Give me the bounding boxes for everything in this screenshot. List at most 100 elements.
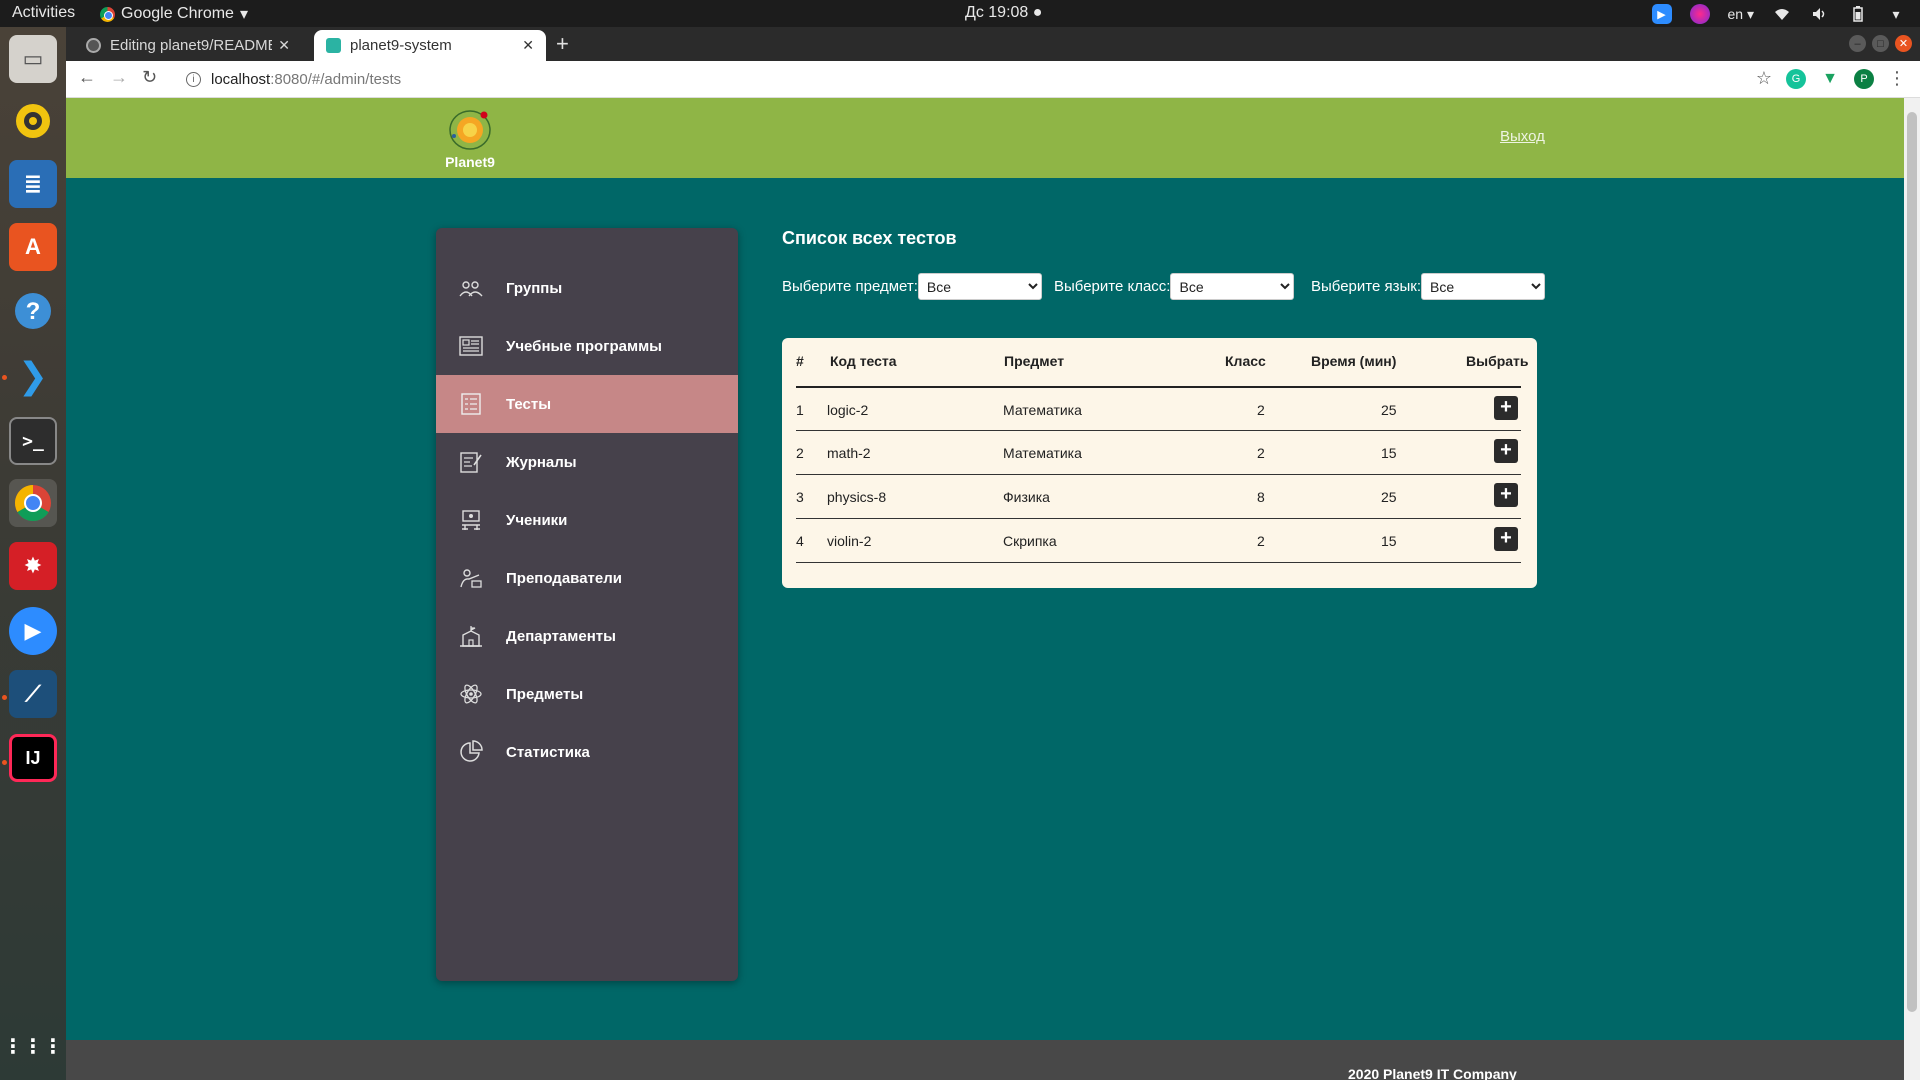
- back-icon[interactable]: ←: [78, 67, 96, 88]
- chrome-dock-icon[interactable]: [9, 479, 57, 527]
- subject-filter: Выберите предмет: Все: [782, 273, 1042, 300]
- column-header-subject: Предмет: [1004, 353, 1065, 369]
- app-menu[interactable]: Google Chrome ▾: [100, 4, 248, 24]
- test-subject: Математика: [1003, 402, 1082, 418]
- zoom-dock-icon[interactable]: ▶: [9, 607, 57, 655]
- show-apps-icon[interactable]: ⋮⋮⋮: [3, 1022, 63, 1070]
- departments-icon: [458, 623, 484, 649]
- sidebar-item-label: Ученики: [506, 511, 568, 529]
- logout-link[interactable]: Выход: [1500, 128, 1545, 145]
- maximize-icon[interactable]: □: [1872, 35, 1889, 52]
- chrome-menu-icon[interactable]: ⋮: [1888, 68, 1906, 89]
- sidebar-item-label: Журналы: [506, 453, 577, 471]
- sidebar-item-label: Статистика: [506, 743, 590, 761]
- sidebar-item-departments[interactable]: Департаменты: [436, 607, 738, 665]
- new-tab-icon[interactable]: +: [556, 31, 569, 57]
- test-grade: 2: [1257, 402, 1265, 418]
- intellij-icon[interactable]: IJ: [9, 734, 57, 782]
- sidebar-item-teachers[interactable]: Преподаватели: [436, 549, 738, 607]
- sidebar-item-students[interactable]: Ученики: [436, 491, 738, 549]
- subjects-icon: [458, 681, 484, 707]
- minimize-icon[interactable]: –: [1849, 35, 1866, 52]
- sidebar-item-journals[interactable]: Журналы: [436, 433, 738, 491]
- tab-planet9-system[interactable]: planet9-system ✕: [314, 30, 546, 61]
- journals-icon: [458, 449, 484, 475]
- close-tab-icon[interactable]: ✕: [522, 37, 534, 54]
- test-grade: 8: [1257, 489, 1265, 505]
- close-window-icon[interactable]: ✕: [1895, 35, 1912, 52]
- vue-devtools-icon[interactable]: ▼: [1820, 68, 1840, 89]
- main-content: Список всех тестов Выберите предмет: Все…: [782, 228, 1545, 588]
- test-time: 15: [1381, 445, 1397, 461]
- wolfram-icon[interactable]: ✸: [9, 542, 57, 590]
- firefox-tray-icon[interactable]: [1689, 4, 1710, 24]
- test-grade: 2: [1257, 445, 1265, 461]
- bookmark-star-icon[interactable]: ☆: [1756, 68, 1772, 89]
- language-filter: Выберите язык: Все: [1311, 273, 1545, 300]
- system-menu-caret-icon[interactable]: ▾: [1886, 4, 1906, 24]
- site-info-icon[interactable]: i: [186, 71, 201, 87]
- clock[interactable]: Дс 19:08 ●: [965, 4, 1042, 22]
- column-header-code: Код теста: [830, 353, 897, 369]
- scrollbar-thumb[interactable]: [1907, 112, 1917, 1012]
- sidebar-item-label: Департаменты: [506, 627, 616, 645]
- table-row: 1 logic-2 Математика 2 25 +: [796, 386, 1521, 430]
- sidebar-item-subjects[interactable]: Предметы: [436, 665, 738, 723]
- zoom-tray-icon[interactable]: ▶: [1651, 4, 1672, 24]
- language-indicator[interactable]: en ▾: [1728, 4, 1755, 24]
- files-icon[interactable]: ▭: [9, 35, 57, 83]
- page-scrollbar[interactable]: [1904, 98, 1920, 1080]
- url-host: localhost: [211, 70, 271, 88]
- volume-icon[interactable]: [1810, 4, 1830, 24]
- students-icon: [458, 507, 484, 533]
- close-tab-icon[interactable]: ✕: [278, 37, 290, 54]
- select-test-button[interactable]: +: [1494, 483, 1518, 507]
- terminal-icon[interactable]: >_: [9, 417, 57, 465]
- mysql-workbench-icon[interactable]: ⟋: [9, 670, 57, 718]
- curriculum-icon: [458, 333, 484, 359]
- test-subject: Математика: [1003, 445, 1082, 461]
- column-header-grade: Класс: [1225, 353, 1266, 369]
- language-select[interactable]: Все: [1421, 273, 1545, 300]
- site-footer: 2020 Planet9 IT Company: [66, 1040, 1904, 1080]
- table-row: 4 violin-2 Скрипка 2 15 +: [796, 518, 1521, 562]
- teachers-icon: [458, 565, 484, 591]
- select-test-button[interactable]: +: [1494, 396, 1518, 420]
- tab-github-readme[interactable]: Editing planet9/README ✕: [74, 30, 302, 61]
- select-test-button[interactable]: +: [1494, 439, 1518, 463]
- url-path: :8080/#/admin/tests: [270, 70, 402, 88]
- test-subject: Скрипка: [1003, 533, 1057, 549]
- grade-select[interactable]: Все: [1170, 273, 1295, 300]
- vscode-icon[interactable]: ❯: [9, 352, 57, 400]
- test-subject: Физика: [1003, 489, 1050, 505]
- column-header-select: Выбрать: [1466, 353, 1529, 369]
- url-input[interactable]: i localhost:8080/#/admin/tests: [178, 65, 1868, 93]
- sidebar-item-curriculum[interactable]: Учебные программы: [436, 317, 738, 375]
- sidebar-item-groups[interactable]: Группы: [436, 259, 738, 317]
- reload-icon[interactable]: ↻: [142, 67, 157, 88]
- select-test-button[interactable]: +: [1494, 527, 1518, 551]
- sidebar-item-label: Группы: [506, 279, 563, 297]
- column-header-number: #: [796, 353, 804, 369]
- test-time: 25: [1381, 402, 1397, 418]
- tests-table: # Код теста Предмет Класс Время (мин) Вы…: [782, 338, 1537, 588]
- admin-sidebar: Группы Учебные программы Тесты Журналы У…: [436, 228, 738, 981]
- planet9-logo[interactable]: Planet9: [440, 106, 500, 170]
- activities-button[interactable]: Activities: [12, 4, 75, 22]
- sidebar-item-statistics[interactable]: Статистика: [436, 723, 738, 781]
- software-center-icon[interactable]: A: [9, 223, 57, 271]
- sidebar-item-tests[interactable]: Тесты: [436, 375, 738, 433]
- filter-bar: Выберите предмет: Все Выберите класс: Вс…: [782, 273, 1545, 303]
- running-indicator: [2, 695, 7, 700]
- forward-icon[interactable]: →: [110, 67, 128, 88]
- logo-text: Planet9: [445, 154, 495, 170]
- help-icon[interactable]: ?: [9, 287, 57, 335]
- grammarly-icon[interactable]: G: [1786, 68, 1806, 89]
- clock-text: Дс 19:08: [965, 4, 1029, 21]
- rhythmbox-icon[interactable]: [9, 97, 57, 145]
- profile-avatar[interactable]: P: [1854, 68, 1874, 89]
- wifi-icon[interactable]: [1772, 4, 1792, 24]
- libreoffice-writer-icon[interactable]: ≣: [9, 160, 57, 208]
- subject-select[interactable]: Все: [917, 273, 1042, 300]
- battery-icon[interactable]: [1848, 4, 1868, 24]
